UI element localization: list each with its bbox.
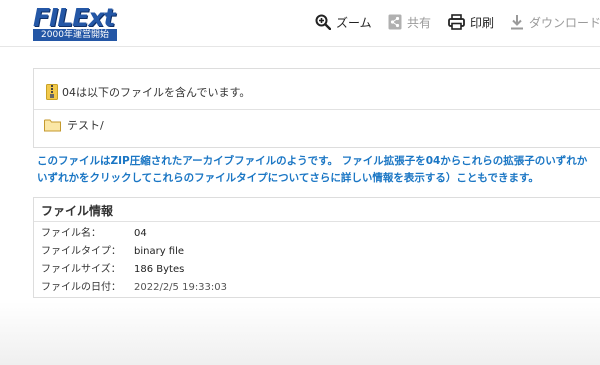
file-date-value: 2022/2/5 19:33:03 (134, 282, 228, 293)
print-button[interactable]: 印刷 (448, 13, 494, 31)
file-name-label: ファイル名： (41, 228, 101, 239)
file-type-value: binary file (134, 246, 185, 257)
divider (34, 109, 600, 110)
logo-wordmark: FILExt (33, 3, 115, 32)
folder-name: テスト/ (67, 119, 104, 132)
file-date-label: ファイルの日付： (41, 282, 121, 293)
zoom-label: ズーム (336, 15, 372, 30)
archive-item-folder[interactable]: テスト/ (44, 117, 104, 133)
zip-archive-icon (46, 84, 58, 100)
filext-logo[interactable]: FILExt 2000年運営開始 (33, 3, 117, 41)
download-button[interactable]: ダウンロード... (510, 13, 600, 31)
share-label: 共有 (407, 15, 432, 30)
file-type-label: ファイルタイプ： (41, 246, 121, 257)
description-line-1[interactable]: このファイルはZIP圧縮されたアーカイブファイルのようです。 ファイル拡張子を0… (37, 153, 600, 170)
divider (34, 221, 600, 222)
share-icon (388, 14, 402, 30)
page-background (0, 302, 600, 365)
magnifier-plus-icon (315, 14, 331, 30)
header: FILExt 2000年運営開始 ズーム 共有 印刷 ダウンロード (0, 0, 600, 46)
archive-heading: 04は以下のファイルを含んでいます。 (46, 84, 250, 100)
file-name-value: 04 (134, 228, 147, 239)
zoom-button[interactable]: ズーム (315, 13, 372, 31)
download-label: ダウンロード... (529, 15, 600, 30)
archive-contents-panel: 04は以下のファイルを含んでいます。 テスト/ (33, 68, 600, 148)
file-info-panel: ファイル情報 ファイル名： 04 ファイルタイプ： binary file ファ… (33, 197, 600, 298)
file-size-value: 186 Bytes (134, 264, 185, 275)
archive-description: このファイルはZIP圧縮されたアーカイブファイルのようです。 ファイル拡張子を0… (37, 153, 600, 187)
printer-icon (448, 14, 465, 30)
share-button[interactable]: 共有 (388, 13, 431, 31)
logo-tagline: 2000年運営開始 (33, 29, 117, 41)
file-size-label: ファイルサイズ： (41, 264, 121, 275)
folder-icon (44, 119, 61, 132)
archive-heading-text: 04は以下のファイルを含んでいます。 (62, 86, 251, 99)
print-label: 印刷 (470, 15, 495, 30)
download-icon (511, 15, 523, 30)
header-divider (0, 46, 600, 47)
file-info-title: ファイル情報 (41, 204, 114, 218)
description-line-2[interactable]: いずれかをクリックしてこれらのファイルタイプについてさらに詳しい情報を表示する）… (37, 170, 600, 187)
